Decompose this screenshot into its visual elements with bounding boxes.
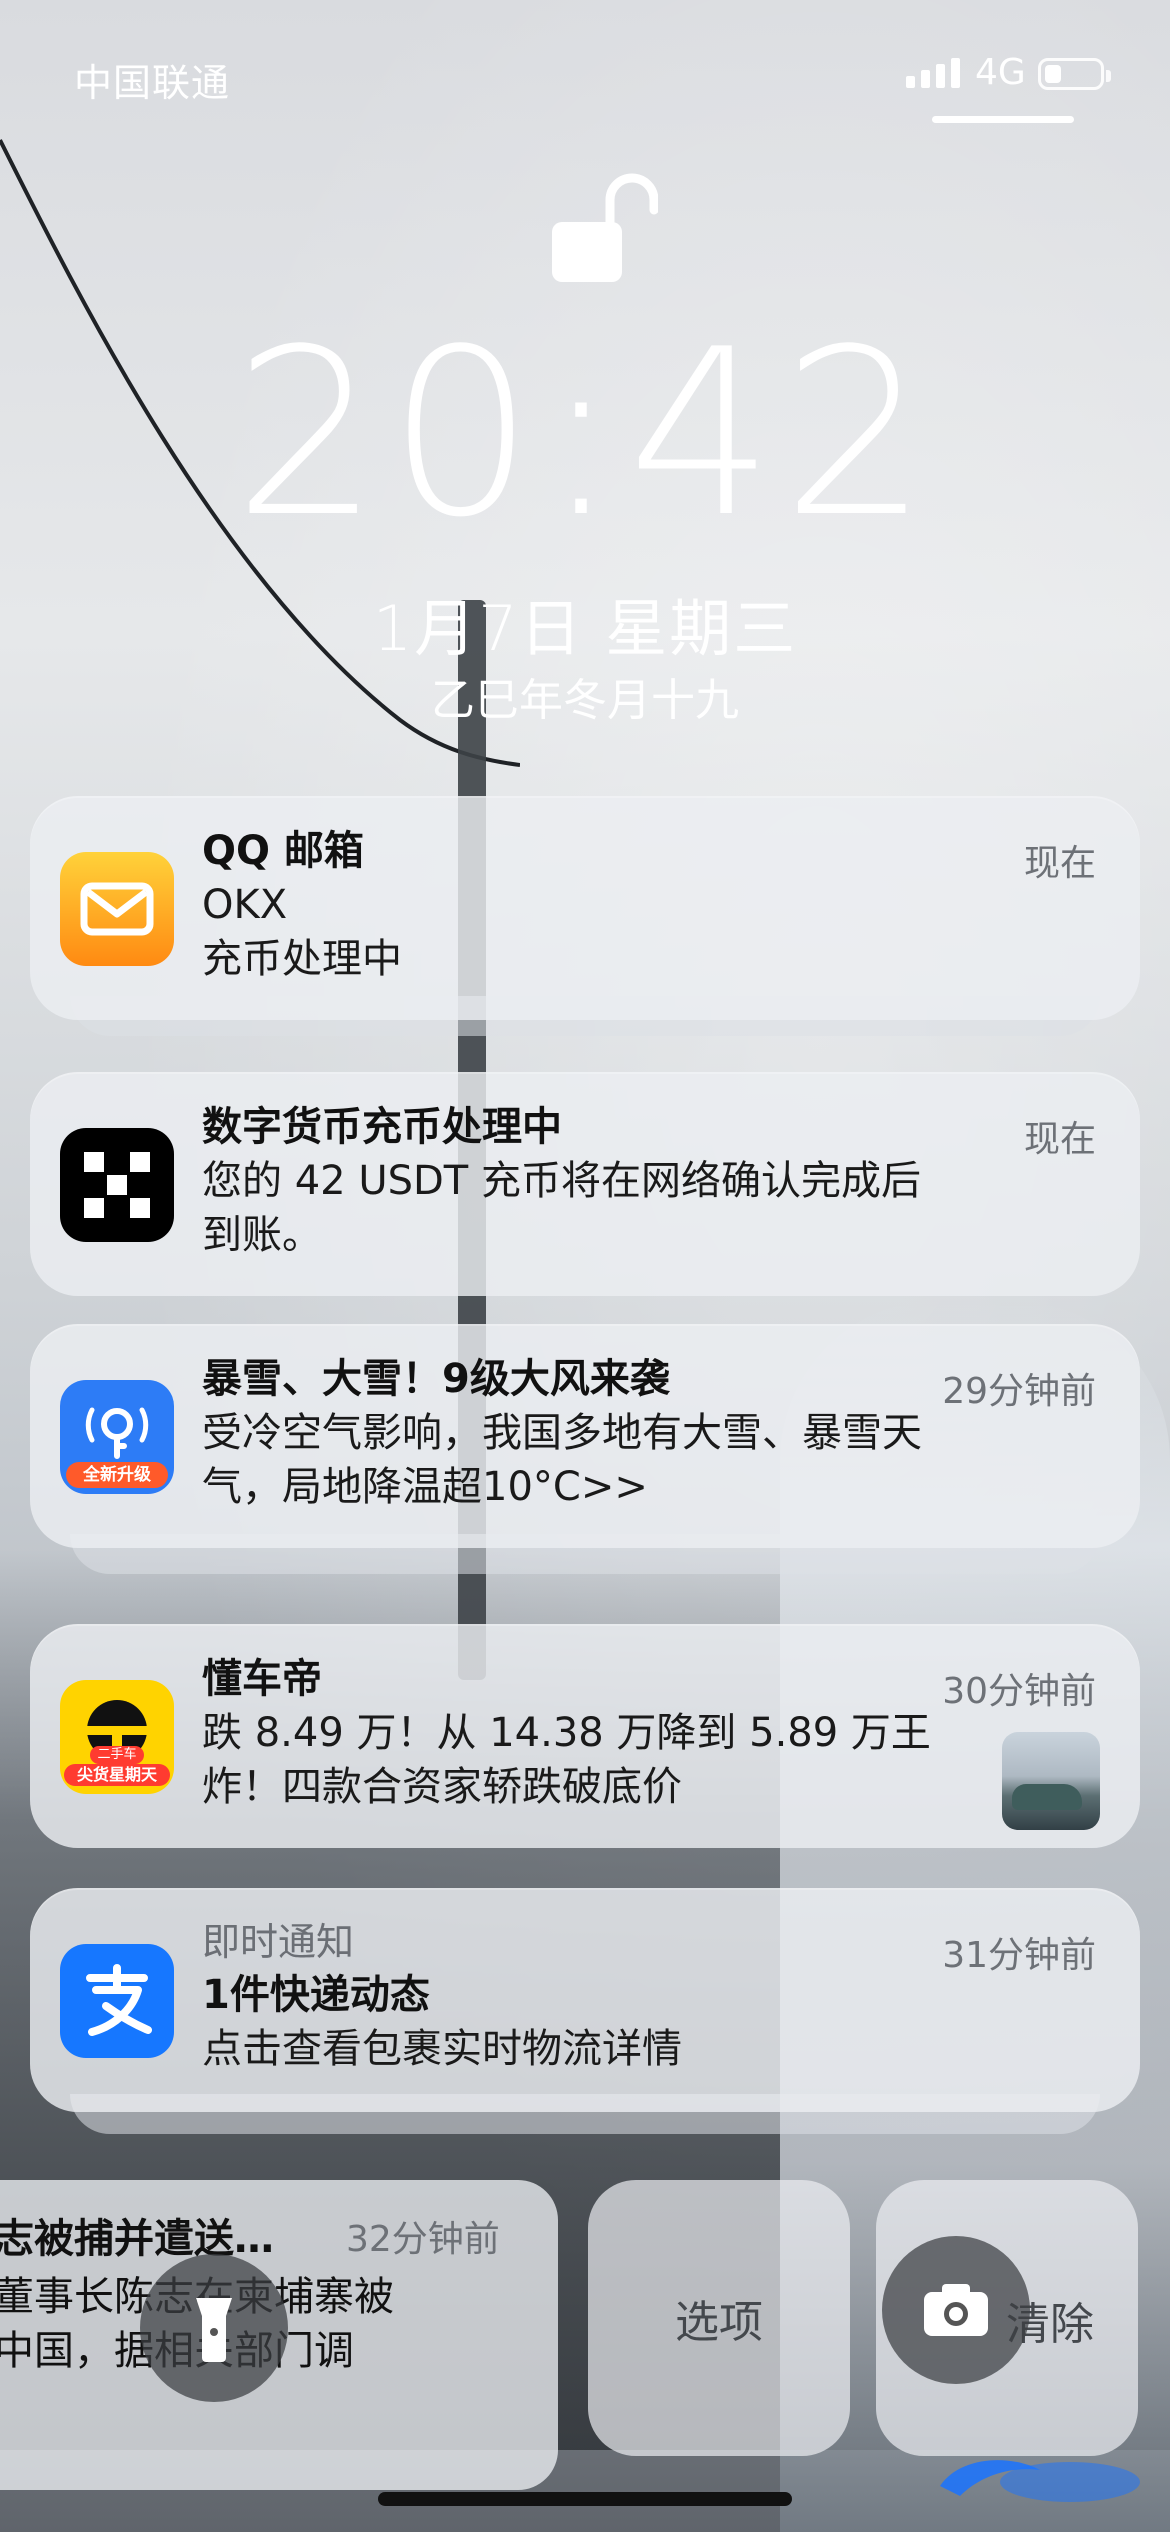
camera-icon [924, 2284, 988, 2336]
notification-okx[interactable]: 数字货币充币处理中 您的 42 USDT 充币将在网络确认完成后 到账。 现在 [30, 1072, 1140, 1296]
notification-thumbnail [1002, 1732, 1100, 1830]
control-center-indicator[interactable] [932, 116, 1074, 123]
lunar-date: 乙巳年冬月十九 [431, 675, 739, 726]
flashlight-button[interactable] [140, 2254, 288, 2402]
camera-button[interactable] [882, 2236, 1030, 2384]
notification-line: 到账。 [202, 1212, 322, 1258]
status-bar: 中国联通 4G [0, 0, 1170, 150]
notification-time: 现在 [1023, 843, 1096, 884]
icon-badge: 全新升级 [66, 1462, 168, 1488]
notification-time: 31分钟前 [942, 1935, 1096, 1976]
dongchedi-icon: 二手车 尖货星期天 [60, 1680, 174, 1794]
notification-line: 跌 8.49 万！从 14.38 万降到 5.89 万王 [202, 1710, 931, 1756]
icon-badge: 尖货星期天 [64, 1764, 170, 1786]
signal-icon [906, 58, 960, 88]
watermark-logo [940, 2460, 1140, 2502]
notification-title: QQ 邮箱 [202, 828, 364, 874]
carrier-label: 中国联通 [74, 61, 231, 105]
network-label: 4G [975, 52, 1026, 93]
notification-line: 充币处理中 [202, 936, 402, 982]
options-label: 选项 [675, 2297, 763, 2348]
notification-line: 点击查看包裹实时物流详情 [202, 2026, 682, 2072]
lock-time: 20:42 [233, 301, 937, 568]
unlocked-padlock-icon [552, 173, 658, 282]
options-button[interactable]: 选项 [588, 2180, 850, 2456]
notification-time: 现在 [1023, 1119, 1096, 1160]
notification-line: 炸！四款合资家轿跌破底价 [202, 1764, 682, 1810]
notification-time: 29分钟前 [942, 1371, 1096, 1412]
notification-line: 气，局地降温超10°C>> [202, 1464, 648, 1510]
notification-alipay[interactable]: 即时通知 1件快递动态 点击查看包裹实时物流详情 31分钟前 [30, 1888, 1140, 2134]
home-indicator[interactable] [378, 2492, 792, 2506]
mail-icon [60, 852, 174, 966]
notification-line: 受冷空气影响，我国多地有大雪、暴雪天 [202, 1410, 922, 1456]
notification-wifi-key[interactable]: 全新升级 暴雪、大雪！9级大风来袭 受冷空气影响，我国多地有大雪、暴雪天 气，局… [30, 1324, 1140, 1574]
notification-title: 数字货币充币处理中 [202, 1104, 562, 1150]
notification-time: 32分钟前 [346, 2219, 500, 2260]
icon-badge-top: 二手车 [90, 1746, 144, 1764]
wifi-key-icon: 全新升级 [60, 1380, 174, 1494]
notification-line: 您的 42 USDT 充币将在网络确认完成后 [202, 1158, 921, 1204]
notification-dongchedi[interactable]: 二手车 尖货星期天 懂车帝 跌 8.49 万！从 14.38 万降到 5.89 … [30, 1624, 1140, 1848]
okx-icon [60, 1128, 174, 1242]
flashlight-icon [196, 2298, 232, 2362]
lock-date: 1月7日 星期三 [372, 592, 798, 665]
notification-line: OKX [202, 882, 288, 928]
notification-qq-mail[interactable]: QQ 邮箱 OKX 充币处理中 现在 [30, 796, 1140, 1036]
alipay-icon [60, 1944, 174, 2058]
battery-icon [1038, 58, 1111, 90]
notification-time: 30分钟前 [942, 1671, 1096, 1712]
